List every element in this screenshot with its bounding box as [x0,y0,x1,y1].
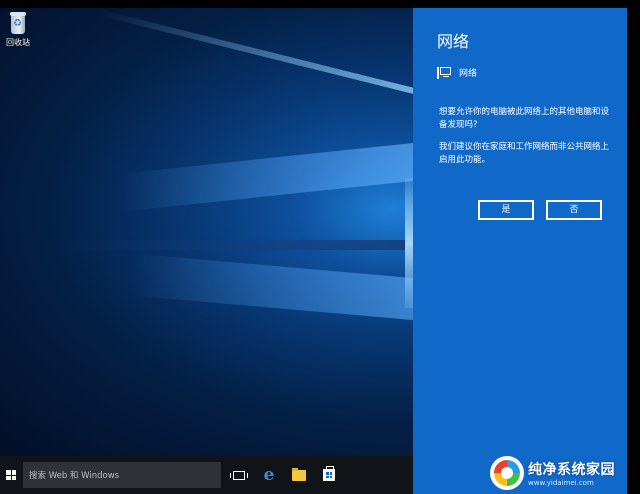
task-view-button[interactable] [224,456,254,494]
network-discovery-panel: 网络 网络 想要允许你的电脑被此网络上的其他电脑和设备发现吗? 我们建议你在家庭… [413,8,627,494]
light-beam [99,9,413,98]
light-beam [60,240,413,250]
light-beam [405,178,413,308]
site-watermark: 纯净系统家园 www.yidaimei.com [490,454,630,492]
windows-logo-icon [6,470,16,480]
light-beam [130,253,413,321]
task-view-icon [230,470,248,480]
network-name-label: 网络 [459,69,478,79]
panel-title: 网络 [437,32,470,51]
yes-button[interactable]: 是 [478,200,534,220]
panel-right-edge [627,8,640,494]
start-button[interactable] [0,456,22,494]
edge-button[interactable]: e [254,456,284,494]
search-box[interactable]: 搜索 Web 和 Windows [23,462,221,488]
recycle-bin-shortcut[interactable]: 回收站 [3,12,33,48]
watermark-logo-icon [490,456,524,490]
watermark-title: 纯净系统家园 [528,462,615,478]
screen: 回收站 网络 网络 想要允许你的电脑被此网络上的其他电脑和设备发现吗? 我们建议… [0,0,640,494]
network-subhead: 网络 [437,66,477,79]
watermark-url: www.yidaimei.com [528,479,594,487]
network-monitor-icon [437,66,451,79]
file-explorer-button[interactable] [284,456,314,494]
light-beam [120,142,413,212]
store-button[interactable] [314,456,344,494]
desktop-background [0,8,413,456]
discovery-question-text: 想要允许你的电脑被此网络上的其他电脑和设备发现吗? [439,107,610,130]
edge-icon: e [263,464,275,485]
discovery-recommendation-text: 我们建议你在家庭和工作网络而非公共网络上启用此功能。 [439,142,610,165]
no-button[interactable]: 否 [546,200,602,220]
store-icon [323,466,335,481]
search-placeholder: 搜索 Web 和 Windows [29,471,120,481]
recycle-bin-icon [9,12,27,34]
taskbar: 搜索 Web 和 Windows e [0,456,413,494]
top-strip [0,0,640,8]
file-explorer-icon [292,467,306,481]
recycle-bin-label: 回收站 [6,38,30,47]
